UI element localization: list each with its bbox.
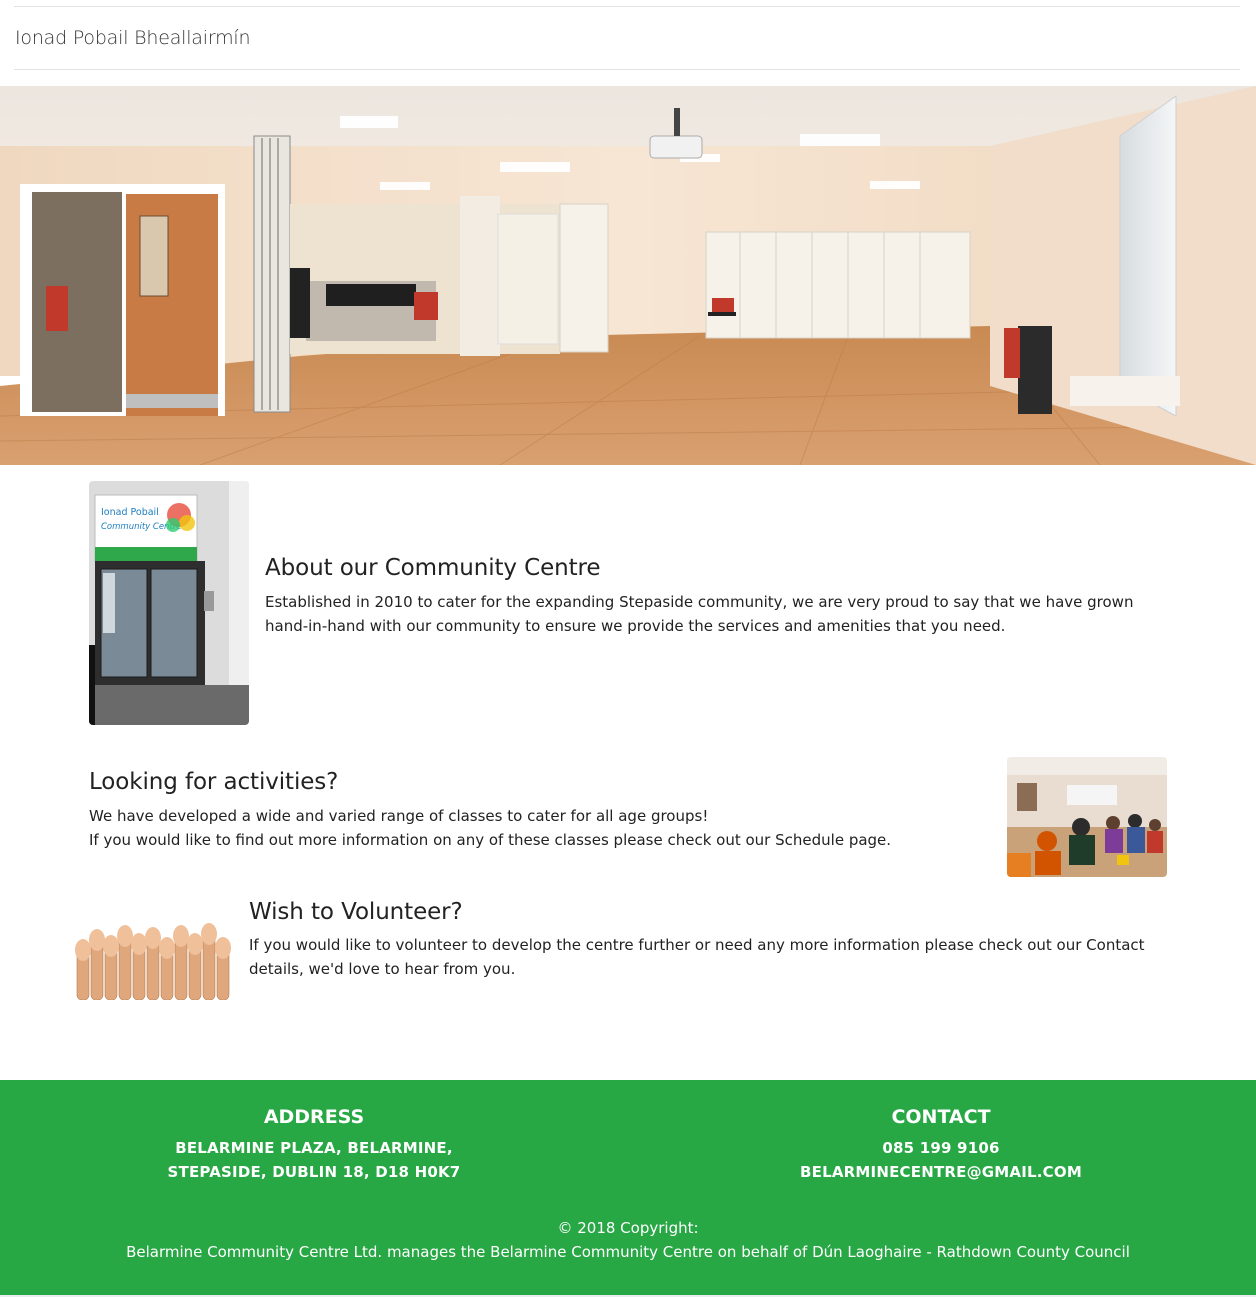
volunteer-heading: Wish to Volunteer? bbox=[249, 899, 463, 925]
copyright-line: © 2018 Copyright: bbox=[557, 1219, 699, 1237]
address-line-2: STEPASIDE, DUBLIN 18, D18 H0K7 bbox=[167, 1163, 461, 1181]
footer-address: ADDRESS BELARMINE PLAZA, BELARMINE, STEP… bbox=[84, 1104, 544, 1184]
class-activity-image bbox=[1007, 757, 1167, 877]
managed-by-line: Belarmine Community Centre Ltd. manages … bbox=[126, 1243, 1130, 1261]
footer-contact: CONTACT 085 199 9106 BELARMINECENTRE@GMA… bbox=[711, 1104, 1171, 1184]
contact-email[interactable]: BELARMINECENTRE@GMAIL.COM bbox=[711, 1160, 1171, 1184]
site-footer: ADDRESS BELARMINE PLAZA, BELARMINE, STEP… bbox=[0, 1080, 1256, 1297]
volunteer-text: If you would like to volunteer to develo… bbox=[249, 936, 1145, 978]
contact-phone[interactable]: 085 199 9106 bbox=[711, 1136, 1171, 1160]
hall-panorama-illustration bbox=[0, 86, 1256, 465]
contact-title: CONTACT bbox=[891, 1106, 991, 1128]
sign-line-1: Ionad Pobail bbox=[101, 507, 159, 518]
navbar: Ionad Pobail Bheallairmín bbox=[14, 6, 1240, 70]
activity-illustration bbox=[1007, 757, 1167, 877]
copyright-block: © 2018 Copyright: Belarmine Community Ce… bbox=[0, 1216, 1256, 1264]
about-text: Established in 2010 to cater for the exp… bbox=[265, 593, 1134, 635]
activities-heading: Looking for activities? bbox=[89, 769, 339, 795]
brand-link[interactable]: Ionad Pobail Bheallairmín bbox=[15, 27, 251, 49]
activities-line-1: We have developed a wide and varied rang… bbox=[89, 807, 709, 825]
raised-hands-image bbox=[73, 900, 233, 1000]
entrance-illustration: Ionad Pobail Community Centre bbox=[89, 481, 249, 725]
about-heading: About our Community Centre bbox=[265, 555, 601, 581]
address-line-1: BELARMINE PLAZA, BELARMINE, bbox=[175, 1139, 453, 1157]
centre-entrance-image: Ionad Pobail Community Centre bbox=[89, 481, 249, 725]
address-title: ADDRESS bbox=[263, 1106, 365, 1128]
hands-illustration bbox=[73, 900, 233, 1000]
hero-image bbox=[0, 86, 1256, 465]
activities-line-2: If you would like to find out more infor… bbox=[89, 831, 892, 849]
